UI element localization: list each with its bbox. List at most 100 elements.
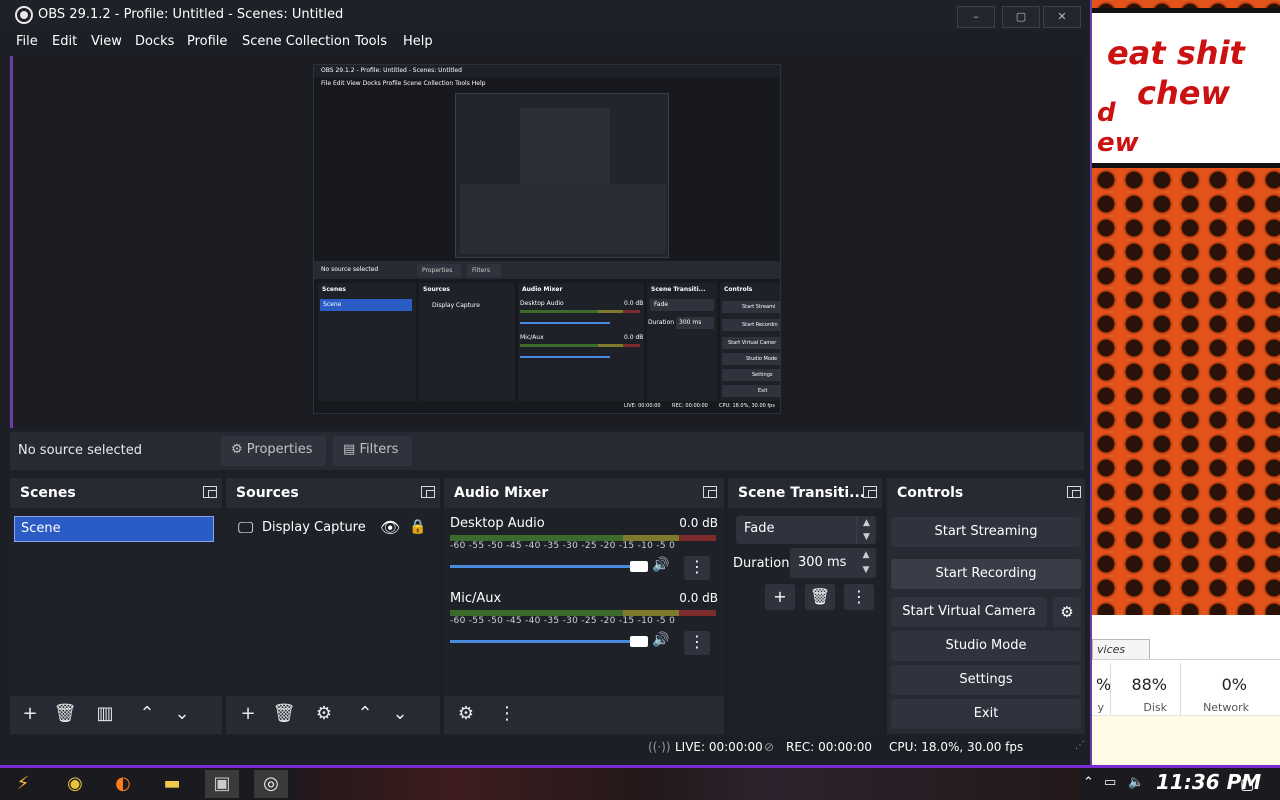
desktop-audio-menu-icon[interactable]: ⋮ xyxy=(684,556,710,580)
menu-profile[interactable]: Profile xyxy=(187,34,227,49)
add-source-icon[interactable]: + xyxy=(234,701,262,727)
folder-icon[interactable]: ▬ xyxy=(155,770,189,798)
preview-canvas[interactable]: OBS 29.1.2 - Profile: Untitled - Scenes:… xyxy=(313,64,781,414)
nested-slider xyxy=(520,356,610,358)
task-manager-window: vices % y 88% Disk 0% Network xyxy=(1092,615,1280,765)
lock-icon[interactable]: 🔒 xyxy=(409,519,426,535)
dock-float-icon[interactable] xyxy=(1067,486,1081,498)
chrome-icon[interactable]: ◉ xyxy=(58,770,92,798)
nested-window-title: OBS 29.1.2 - Profile: Untitled - Scenes:… xyxy=(321,67,462,74)
start-virtual-camera-button[interactable]: Start Virtual Camera xyxy=(891,597,1047,627)
transition-select[interactable]: Fade ▲ ▼ xyxy=(736,516,876,544)
column-divider xyxy=(1110,663,1111,715)
title-bar[interactable]: OBS 29.1.2 - Profile: Untitled - Scenes:… xyxy=(0,0,1090,30)
nested-mixer-title: Audio Mixer xyxy=(522,286,563,293)
remove-scene-icon[interactable]: 🗑 xyxy=(51,701,79,727)
dock-float-icon[interactable] xyxy=(421,486,435,498)
mixer-menu-icon[interactable]: ⋮ xyxy=(493,701,521,727)
exit-button[interactable]: Exit xyxy=(891,699,1081,729)
nested-desktop-audio: Desktop Audio xyxy=(520,300,564,307)
notifications-icon[interactable]: ▢ xyxy=(1240,775,1254,793)
source-properties-icon[interactable]: ⚙ xyxy=(310,701,338,727)
menu-bar: File Edit View Docks Profile Scene Colle… xyxy=(0,30,1090,56)
slider-handle[interactable] xyxy=(630,561,648,572)
mic-aux-menu-icon[interactable]: ⋮ xyxy=(684,631,710,655)
nested-source-toolbar xyxy=(314,261,780,279)
start-recording-button[interactable]: Start Recording xyxy=(891,559,1081,589)
remove-source-icon[interactable]: 🗑 xyxy=(270,701,298,727)
live-timer: LIVE: 00:00:00 xyxy=(675,740,763,754)
mic-aux-volume-slider[interactable] xyxy=(450,636,648,647)
scenes-title: Scenes xyxy=(20,485,76,501)
settings-button[interactable]: Settings xyxy=(891,665,1081,695)
obs-logo-icon xyxy=(15,6,33,24)
studio-mode-button[interactable]: Studio Mode xyxy=(891,631,1081,661)
tray-expand-icon[interactable]: ⌃ xyxy=(1083,775,1094,790)
scenes-dock: Scenes Scene + 🗑 ▥ ⌃ ⌄ xyxy=(10,478,222,734)
advanced-audio-icon[interactable]: ⚙ xyxy=(452,701,480,727)
remove-transition-icon[interactable]: 🗑 xyxy=(805,584,835,610)
stat-value-network: 0% xyxy=(1221,675,1247,694)
scene-transitions-dock: Scene Transiti... Fade ▲ ▼ Duration 300 m… xyxy=(728,478,882,734)
network-icon[interactable]: ▭ xyxy=(1104,775,1116,790)
spin-arrows-icon[interactable]: ▲ ▼ xyxy=(856,548,876,578)
source-toolbar: No source selected ⚙ Properties ▤ Filter… xyxy=(10,432,1084,470)
gear-icon: ⚙ xyxy=(231,442,243,457)
scene-filters-icon[interactable]: ▥ xyxy=(91,701,119,727)
menu-help[interactable]: Help xyxy=(403,34,433,49)
minimize-button[interactable]: – xyxy=(957,6,995,28)
nested-live: LIVE: 00:00:00 xyxy=(624,403,661,409)
virtual-camera-settings-icon[interactable]: ⚙ xyxy=(1053,597,1081,627)
task-manager-divider xyxy=(1092,659,1280,660)
scene-list-item[interactable]: Scene xyxy=(14,516,214,542)
nested-no-source: No source selected xyxy=(321,266,379,273)
eye-icon[interactable]: 👁 xyxy=(380,518,400,537)
desktop-audio-volume-slider[interactable] xyxy=(450,561,648,572)
properties-button[interactable]: ⚙ Properties xyxy=(221,436,326,466)
menu-edit[interactable]: Edit xyxy=(52,34,77,49)
audio-mixer-dock: Audio Mixer Desktop Audio 0.0 dB -60 -55… xyxy=(444,478,724,734)
move-down-icon[interactable]: ⌄ xyxy=(168,701,196,727)
menu-view[interactable]: View xyxy=(91,34,122,49)
nested-desktop-db: 0.0 dB xyxy=(624,300,644,307)
nested-filters: Filters xyxy=(467,264,501,277)
add-scene-icon[interactable]: + xyxy=(16,701,44,727)
filters-button[interactable]: ▤ Filters xyxy=(333,436,412,466)
move-up-icon[interactable]: ⌃ xyxy=(133,701,161,727)
resize-grip-icon[interactable]: ⋰ xyxy=(1075,740,1085,751)
add-transition-icon[interactable]: + xyxy=(765,584,795,610)
dock-float-icon[interactable] xyxy=(703,486,717,498)
menu-tools[interactable]: Tools xyxy=(355,34,387,49)
menu-docks[interactable]: Docks xyxy=(135,34,174,49)
volume-icon[interactable]: 🔈 xyxy=(1128,775,1144,790)
menu-file[interactable]: File xyxy=(16,34,38,49)
dock-float-icon[interactable] xyxy=(203,486,217,498)
speaker-icon[interactable]: 🔊 xyxy=(652,557,669,573)
nested-source-item: Display Capture xyxy=(432,302,480,309)
photos-app-icon[interactable]: ▣ xyxy=(205,770,239,798)
duration-value: 300 ms xyxy=(798,555,847,570)
menu-scene-collection[interactable]: Scene Collection xyxy=(242,34,350,49)
close-button[interactable]: ✕ xyxy=(1043,6,1081,28)
nested-controls-title: Controls xyxy=(724,286,753,293)
start-menu-icon[interactable]: ⚡ xyxy=(6,770,40,798)
slider-handle[interactable] xyxy=(630,636,648,647)
source-list-item[interactable]: 🖵 Display Capture 👁 🔒 xyxy=(226,516,440,542)
task-manager-tab[interactable]: vices xyxy=(1092,639,1150,659)
obs-taskbar-icon[interactable]: ◎ xyxy=(254,770,288,798)
transition-menu-icon[interactable]: ⋮ xyxy=(844,584,874,610)
speaker-icon[interactable]: 🔊 xyxy=(652,632,669,648)
move-down-icon[interactable]: ⌄ xyxy=(386,701,414,727)
scenes-toolbar: + 🗑 ▥ ⌃ ⌄ xyxy=(10,696,222,734)
start-streaming-button[interactable]: Start Streaming xyxy=(891,517,1081,547)
stat-label-disk: Disk xyxy=(1143,701,1167,714)
move-up-icon[interactable]: ⌃ xyxy=(351,701,379,727)
desktop-background: eat shit chew d ew vices % y 88% Disk 0%… xyxy=(1092,0,1280,765)
audio-mixer-toolbar: ⚙ ⋮ xyxy=(444,696,724,734)
maximize-button[interactable]: ▢ xyxy=(1002,6,1040,28)
firefox-icon[interactable]: ◐ xyxy=(106,770,140,798)
nested-control-studio: Studio Mode xyxy=(722,353,780,365)
duration-spinbox[interactable]: 300 ms ▲ ▼ xyxy=(790,548,876,578)
nested-control-settings: Settings xyxy=(722,369,780,381)
dock-float-icon[interactable] xyxy=(863,486,877,498)
